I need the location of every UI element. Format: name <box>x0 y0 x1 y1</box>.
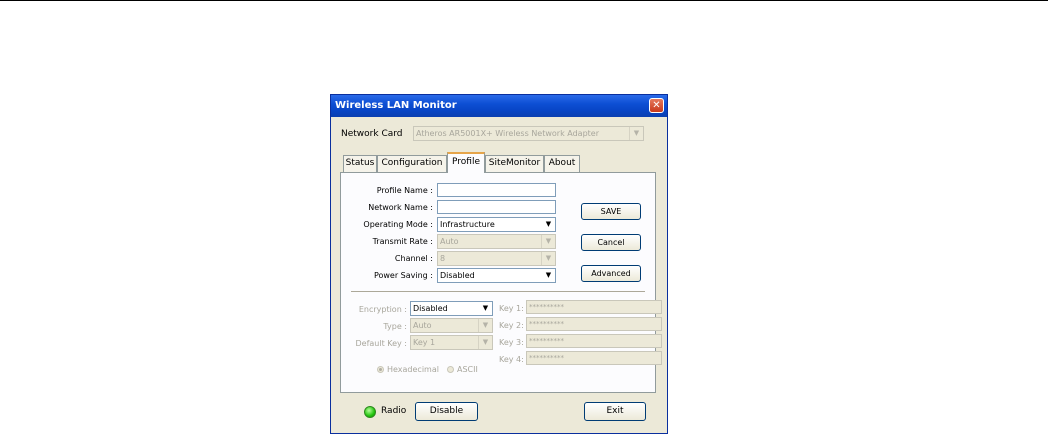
disable-radio-button[interactable]: Disable <box>415 402 478 421</box>
encryption-select[interactable]: Disabled ▼ <box>410 301 493 316</box>
divider <box>351 291 645 292</box>
type-label: Type : <box>383 322 407 331</box>
chevron-down-icon: ▼ <box>542 269 555 282</box>
ascii-radio: ASCII <box>447 365 478 374</box>
power-saving-value: Disabled <box>440 271 475 280</box>
ascii-label: ASCII <box>457 365 478 374</box>
key1-value: ********** <box>529 303 564 311</box>
radio-unselected-icon <box>447 366 454 373</box>
page-top-rule <box>0 0 1048 1</box>
advanced-button[interactable]: Advanced <box>581 265 641 282</box>
tab-configuration[interactable]: Configuration <box>377 155 447 172</box>
chevron-down-icon: ▼ <box>478 336 492 349</box>
hexadecimal-label: Hexadecimal <box>387 365 439 374</box>
default-key-label: Default Key : <box>355 339 407 348</box>
radio-label: Radio <box>381 406 407 416</box>
key3-value: ********** <box>529 337 564 345</box>
tab-sitemonitor[interactable]: SiteMonitor <box>485 155 544 172</box>
tab-status-label: Status <box>345 158 375 168</box>
operating-mode-label: Operating Mode : <box>363 220 433 229</box>
radio-selected-icon <box>377 366 384 373</box>
channel-label: Channel : <box>394 254 433 263</box>
default-key-select: Key 1 ▼ <box>410 335 493 350</box>
transmit-rate-select: Auto ▼ <box>437 234 556 249</box>
encryption-label: Encryption : <box>358 305 407 314</box>
close-button[interactable]: ✕ <box>649 98 664 113</box>
chevron-down-icon: ▼ <box>629 127 643 140</box>
chevron-down-icon: ▼ <box>542 218 555 231</box>
power-saving-select[interactable]: Disabled ▼ <box>437 268 556 283</box>
tab-profile[interactable]: Profile <box>447 152 485 173</box>
profile-name-input[interactable] <box>437 183 556 197</box>
channel-select: 8 ▼ <box>437 251 556 266</box>
chevron-down-icon: ▼ <box>541 252 555 265</box>
default-key-value: Key 1 <box>413 338 436 347</box>
power-saving-label: Power Saving : <box>373 271 433 280</box>
key1-label: Key 1: <box>499 304 524 313</box>
window-title: Wireless LAN Monitor <box>335 100 457 111</box>
key3-label: Key 3: <box>499 338 524 347</box>
key2-value: ********** <box>529 320 564 328</box>
key1-input: ********** <box>526 300 662 314</box>
key2-input: ********** <box>526 317 662 331</box>
exit-button[interactable]: Exit <box>584 402 646 421</box>
channel-value: 8 <box>440 254 446 263</box>
encryption-value: Disabled <box>413 304 448 313</box>
type-value: Auto <box>413 321 432 330</box>
profile-name-label: Profile Name : <box>376 186 433 195</box>
tab-about[interactable]: About <box>544 155 580 172</box>
operating-mode-value: Infrastructure <box>440 220 495 229</box>
tab-sitemonitor-label: SiteMonitor <box>488 158 541 168</box>
key4-input: ********** <box>526 351 662 365</box>
transmit-rate-label: Transmit Rate : <box>372 237 433 246</box>
network-name-input[interactable] <box>437 200 556 214</box>
network-card-label: Network Card <box>341 129 403 139</box>
key4-label: Key 4: <box>499 355 524 364</box>
profile-tab-panel: Profile Name : Network Name : Operating … <box>340 172 662 393</box>
operating-mode-select[interactable]: Infrastructure ▼ <box>437 217 556 232</box>
key3-input: ********** <box>526 334 662 348</box>
transmit-rate-value: Auto <box>440 237 459 246</box>
title-bar[interactable]: Wireless LAN Monitor <box>331 95 667 117</box>
key2-label: Key 2: <box>499 321 524 330</box>
network-name-label: Network Name : <box>368 203 433 212</box>
tab-profile-label: Profile <box>452 157 480 167</box>
save-button[interactable]: SAVE <box>581 203 641 220</box>
tab-status[interactable]: Status <box>343 155 377 172</box>
cancel-button[interactable]: Cancel <box>581 234 641 251</box>
chevron-down-icon: ▼ <box>479 302 492 315</box>
key4-value: ********** <box>529 354 564 362</box>
radio-status-led-icon <box>364 406 376 418</box>
chevron-down-icon: ▼ <box>541 235 555 248</box>
wireless-lan-monitor-window: Wireless LAN Monitor ✕ Network Card Athe… <box>330 94 668 434</box>
close-icon: ✕ <box>652 100 661 111</box>
chevron-down-icon: ▼ <box>478 319 492 332</box>
tab-about-label: About <box>548 158 576 168</box>
network-card-value: Atheros AR5001X+ Wireless Network Adapte… <box>416 129 599 138</box>
type-select: Auto ▼ <box>410 318 493 333</box>
network-card-select: Atheros AR5001X+ Wireless Network Adapte… <box>413 126 644 141</box>
tab-configuration-label: Configuration <box>381 158 443 168</box>
hexadecimal-radio: Hexadecimal <box>377 365 439 374</box>
